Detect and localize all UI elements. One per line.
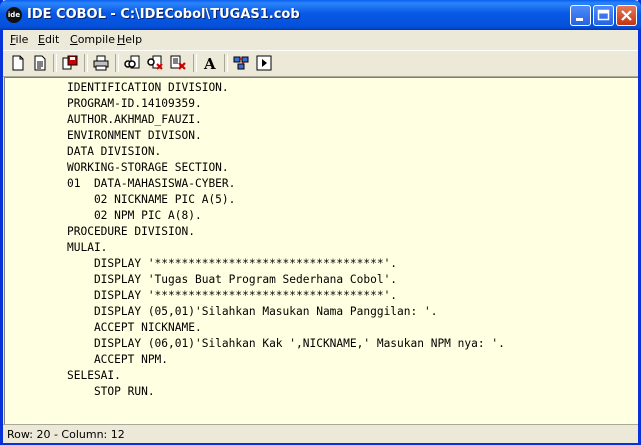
font-icon: A xyxy=(203,55,216,72)
code-line: IDENTIFICATION DIVISION. xyxy=(67,81,229,94)
compile-button[interactable] xyxy=(232,54,250,72)
find-button[interactable] xyxy=(123,54,141,72)
save-button[interactable] xyxy=(61,54,79,72)
app-icon: ide xyxy=(6,7,22,23)
status-bar: Row: 20 - Column: 12 xyxy=(3,424,638,443)
code-line: DISPLAY (05,01)'Silahkan Masukan Nama Pa… xyxy=(67,305,438,318)
code-line: STOP RUN. xyxy=(67,385,155,398)
font-button[interactable]: A xyxy=(201,54,219,72)
open-file-button[interactable] xyxy=(31,54,49,72)
maximize-button[interactable] xyxy=(593,5,614,26)
code-line: PROCEDURE DIVISION. xyxy=(67,225,195,238)
close-icon xyxy=(621,10,632,21)
code-line: ACCEPT NICKNAME. xyxy=(67,321,202,334)
minimize-button[interactable] xyxy=(570,5,591,26)
code-line: PROGRAM-ID.14109359. xyxy=(67,97,202,110)
find-icon xyxy=(124,55,140,69)
new-file-icon xyxy=(12,55,24,71)
code-line: 02 NPM PIC A(8). xyxy=(67,209,202,222)
replace-icon xyxy=(170,55,186,70)
title-bar[interactable]: ide IDE COBOL - C:\IDECobol\TUGAS1.cob xyxy=(0,0,641,30)
menu-edit[interactable]: Edit xyxy=(38,33,59,46)
replace-button[interactable] xyxy=(169,54,187,72)
app-window: ide IDE COBOL - C:\IDECobol\TUGAS1.cob F… xyxy=(0,0,641,445)
print-button[interactable] xyxy=(92,54,110,72)
print-icon xyxy=(93,55,109,71)
code-line: SELESAI. xyxy=(67,369,121,382)
find-next-button[interactable] xyxy=(146,54,164,72)
maximize-icon xyxy=(597,9,610,21)
toolbar: A xyxy=(3,50,638,77)
save-icon xyxy=(62,55,78,70)
code-editor[interactable]: IDENTIFICATION DIVISION. PROGRAM-ID.14109… xyxy=(4,77,638,424)
open-file-icon xyxy=(34,55,46,71)
toolbar-separator xyxy=(193,54,197,72)
code-line: AUTHOR.AKHMAD_FAUZI. xyxy=(67,113,202,126)
compile-icon xyxy=(233,56,249,70)
code-text[interactable]: IDENTIFICATION DIVISION. PROGRAM-ID.14109… xyxy=(67,80,505,400)
menu-bar: File Edit Compile Help xyxy=(3,30,638,49)
window-title: IDE COBOL - C:\IDECobol\TUGAS1.cob xyxy=(27,7,300,22)
close-button[interactable] xyxy=(616,5,637,26)
code-line: DISPLAY '*******************************… xyxy=(67,289,398,302)
toolbar-separator xyxy=(84,54,88,72)
menu-help[interactable]: Help xyxy=(117,33,142,46)
code-line: DATA DIVISION. xyxy=(67,145,162,158)
toolbar-separator xyxy=(224,54,228,72)
code-line: 02 NICKNAME PIC A(5). xyxy=(67,193,236,206)
new-file-button[interactable] xyxy=(9,54,27,72)
code-line: MULAI. xyxy=(67,241,108,254)
minimize-icon xyxy=(576,18,583,21)
code-line: DISPLAY 'Tugas Buat Program Sederhana Co… xyxy=(67,273,398,286)
find-next-icon xyxy=(147,55,163,70)
code-line: WORKING-STORAGE SECTION. xyxy=(67,161,229,174)
code-line: ACCEPT NPM. xyxy=(67,353,169,366)
code-line: 01 DATA-MAHASISWA-CYBER. xyxy=(67,177,236,190)
run-button[interactable] xyxy=(255,54,273,72)
toolbar-separator xyxy=(115,54,119,72)
code-line: DISPLAY (06,01)'Silahkan Kak ',NICKNAME,… xyxy=(67,337,505,350)
run-icon xyxy=(256,55,272,71)
svg-text:A: A xyxy=(203,55,216,72)
menu-compile[interactable]: Compile xyxy=(70,33,115,46)
menu-file[interactable]: File xyxy=(10,33,28,46)
toolbar-separator xyxy=(53,54,57,72)
cursor-position: Row: 20 - Column: 12 xyxy=(7,428,125,441)
code-line: DISPLAY '*******************************… xyxy=(67,257,398,270)
code-line: ENVIRONMENT DIVISON. xyxy=(67,129,202,142)
